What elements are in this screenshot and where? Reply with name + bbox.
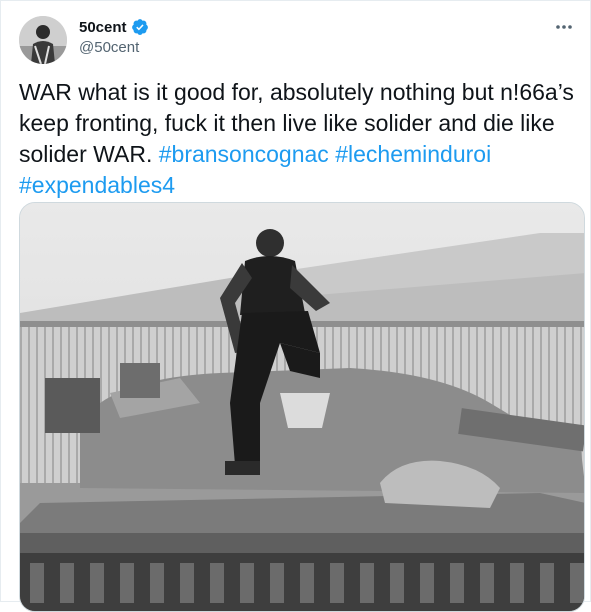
tweet-text: WAR what is it good for, absolutely noth… bbox=[19, 77, 579, 201]
user-handle[interactable]: @50cent bbox=[79, 39, 139, 56]
hashtag-link[interactable]: #expendables4 bbox=[19, 172, 175, 198]
more-options-button[interactable] bbox=[552, 15, 576, 39]
verified-badge-icon bbox=[131, 19, 148, 35]
hashtag-link[interactable]: #lecheminduroi bbox=[335, 141, 491, 167]
hashtag-link[interactable]: #bransoncognac bbox=[159, 141, 329, 167]
photo-image bbox=[20, 203, 584, 611]
tweet-card[interactable]: 50cent @50cent WAR what is it good for, … bbox=[0, 0, 591, 612]
more-horizontal-icon bbox=[556, 25, 572, 29]
name-row: 50cent bbox=[79, 18, 149, 36]
avatar[interactable] bbox=[19, 16, 67, 64]
user-avatar-icon bbox=[19, 16, 67, 64]
tweet-media-photo[interactable] bbox=[19, 202, 585, 612]
display-name[interactable]: 50cent bbox=[79, 19, 127, 36]
